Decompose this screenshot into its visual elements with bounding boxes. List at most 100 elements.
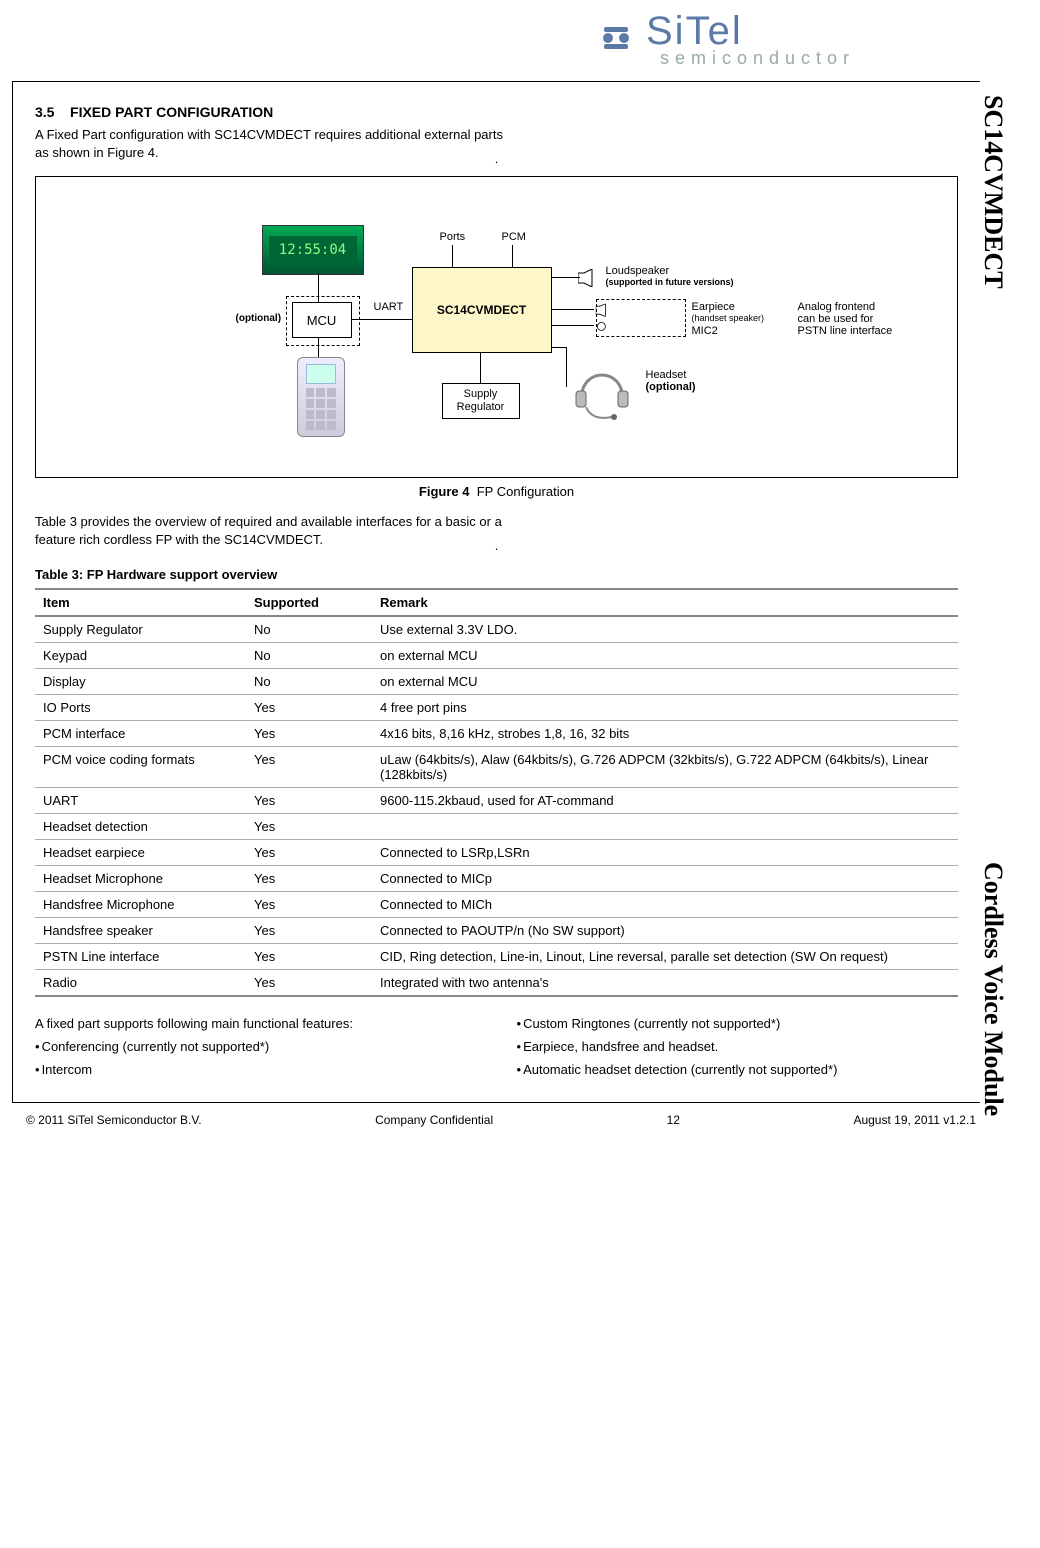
figure-caption-label: Figure 4 xyxy=(419,484,470,499)
cell-supported: Yes xyxy=(246,695,372,721)
label-headset: Headset xyxy=(646,369,687,381)
cell-remark: uLaw (64kbits/s), Alaw (64kbits/s), G.72… xyxy=(372,747,958,788)
table-row: DisplayNoon external MCU xyxy=(35,669,958,695)
label-afe1: Analog frontend xyxy=(798,301,876,313)
feature-item: Earpiece, handsfree and headset. xyxy=(517,1038,959,1057)
feature-item: Automatic headset detection (currently n… xyxy=(517,1061,959,1080)
cell-remark: on external MCU xyxy=(372,669,958,695)
label-afe3: PSTN line interface xyxy=(798,325,893,337)
hardware-table: Item Supported Remark Supply RegulatorNo… xyxy=(35,588,958,997)
phone-icon xyxy=(297,357,345,437)
cell-item: Headset detection xyxy=(35,814,246,840)
footer-copyright: © 2011 SiTel Semiconductor B.V. xyxy=(26,1113,202,1127)
cell-supported: Yes xyxy=(246,788,372,814)
feature-item: Conferencing (currently not supported*) xyxy=(35,1038,477,1057)
cell-item: PCM interface xyxy=(35,721,246,747)
cell-remark: on external MCU xyxy=(372,643,958,669)
cell-supported: Yes xyxy=(246,747,372,788)
cell-item: Radio xyxy=(35,970,246,997)
cell-remark: CID, Ring detection, Line-in, Linout, Li… xyxy=(372,944,958,970)
label-earpiece-note: (handset speaker) xyxy=(692,313,765,323)
label-optional: (optional) xyxy=(236,313,282,324)
cell-item: UART xyxy=(35,788,246,814)
cell-remark: Connected to LSRp,LSRn xyxy=(372,840,958,866)
figure-caption: Figure 4 FP Configuration xyxy=(35,484,958,499)
lcd-icon: 12:55:04 xyxy=(262,225,364,275)
feature-item: Custom Ringtones (currently not supporte… xyxy=(517,1015,959,1034)
cell-supported: Yes xyxy=(246,814,372,840)
cell-remark xyxy=(372,814,958,840)
cell-remark: Connected to PAOUTP/n (No SW support) xyxy=(372,918,958,944)
table-3-caption: Table 3: FP Hardware support overview xyxy=(35,567,958,582)
label-loudspeaker: Loudspeaker xyxy=(606,265,670,277)
table-row: Supply RegulatorNoUse external 3.3V LDO. xyxy=(35,616,958,643)
table-row: PCM voice coding formatsYesuLaw (64kbits… xyxy=(35,747,958,788)
figure-caption-text: FP Configuration xyxy=(477,484,574,499)
mic2-icon xyxy=(595,321,609,335)
features-lead: A fixed part supports following main fun… xyxy=(35,1015,477,1034)
label-loudspeaker-note: (supported in future versions) xyxy=(606,277,734,287)
figure-4-box: 12:55:04 xyxy=(35,176,958,478)
cell-remark: 9600-115.2kbaud, used for AT-command xyxy=(372,788,958,814)
cell-supported: No xyxy=(246,669,372,695)
table-row: RadioYesIntegrated with two antenna's xyxy=(35,970,958,997)
table-row: Headset detectionYes xyxy=(35,814,958,840)
cell-item: Keypad xyxy=(35,643,246,669)
cell-supported: Yes xyxy=(246,970,372,997)
logo-sub: semiconductor xyxy=(660,48,855,68)
cell-supported: Yes xyxy=(246,840,372,866)
label-headset-note: (optional) xyxy=(646,381,696,393)
cell-item: Headset Microphone xyxy=(35,866,246,892)
logo-top: SiTel xyxy=(646,9,743,53)
th-item: Item xyxy=(35,589,246,616)
cell-supported: Yes xyxy=(246,918,372,944)
table-row: KeypadNoon external MCU xyxy=(35,643,958,669)
cell-remark: 4 free port pins xyxy=(372,695,958,721)
page-footer: © 2011 SiTel Semiconductor B.V. Company … xyxy=(12,1111,990,1127)
cell-remark: Connected to MICh xyxy=(372,892,958,918)
loudspeaker-icon xyxy=(578,269,596,287)
cell-item: Handsfree Microphone xyxy=(35,892,246,918)
cell-supported: Yes xyxy=(246,866,372,892)
table-row: Handsfree MicrophoneYesConnected to MICh xyxy=(35,892,958,918)
table-row: Headset MicrophoneYesConnected to MICp xyxy=(35,866,958,892)
table-row: Handsfree speakerYesConnected to PAOUTP/… xyxy=(35,918,958,944)
cell-remark: Use external 3.3V LDO. xyxy=(372,616,958,643)
side-label-subtitle: Cordless Voice Module xyxy=(978,862,1008,1116)
th-supported: Supported xyxy=(246,589,372,616)
cell-item: IO Ports xyxy=(35,695,246,721)
cell-remark: Connected to MICp xyxy=(372,866,958,892)
footer-page: 12 xyxy=(667,1113,680,1127)
cell-supported: Yes xyxy=(246,944,372,970)
cell-supported: No xyxy=(246,643,372,669)
table-row: PCM interfaceYes4x16 bits, 8,16 kHz, str… xyxy=(35,721,958,747)
table-row: IO PortsYes4 free port pins xyxy=(35,695,958,721)
cell-item: PSTN Line interface xyxy=(35,944,246,970)
brand-logo: SiTel semiconductor xyxy=(12,8,990,75)
cell-remark: Integrated with two antenna's xyxy=(372,970,958,997)
label-pcm: PCM xyxy=(502,231,526,243)
lcd-text: 12:55:04 xyxy=(269,236,357,264)
main-chip-block: SC14CVMDECT xyxy=(412,267,552,353)
table-row: UARTYes9600-115.2kbaud, used for AT-comm… xyxy=(35,788,958,814)
th-remark: Remark xyxy=(372,589,958,616)
label-mic2: MIC2 xyxy=(692,325,718,337)
table-row: Headset earpieceYesConnected to LSRp,LSR… xyxy=(35,840,958,866)
label-uart: UART xyxy=(374,301,404,313)
cell-supported: Yes xyxy=(246,892,372,918)
label-afe2: can be used for xyxy=(798,313,874,325)
section-number: 3.5 xyxy=(35,104,54,120)
cell-item: PCM voice coding formats xyxy=(35,747,246,788)
section-title-text: FIXED PART CONFIGURATION xyxy=(70,104,273,120)
cell-item: Handsfree speaker xyxy=(35,918,246,944)
mcu-block: MCU xyxy=(292,302,352,338)
feature-item: Intercom xyxy=(35,1061,477,1080)
cell-remark: 4x16 bits, 8,16 kHz, strobes 1,8, 16, 32… xyxy=(372,721,958,747)
cell-item: Headset earpiece xyxy=(35,840,246,866)
side-label-product: SC14CVMDECT xyxy=(978,95,1008,289)
cell-supported: No xyxy=(246,616,372,643)
cell-supported: Yes xyxy=(246,721,372,747)
label-ports: Ports xyxy=(440,231,466,243)
footer-confidential: Company Confidential xyxy=(375,1113,493,1127)
table-row: PSTN Line interfaceYesCID, Ring detectio… xyxy=(35,944,958,970)
